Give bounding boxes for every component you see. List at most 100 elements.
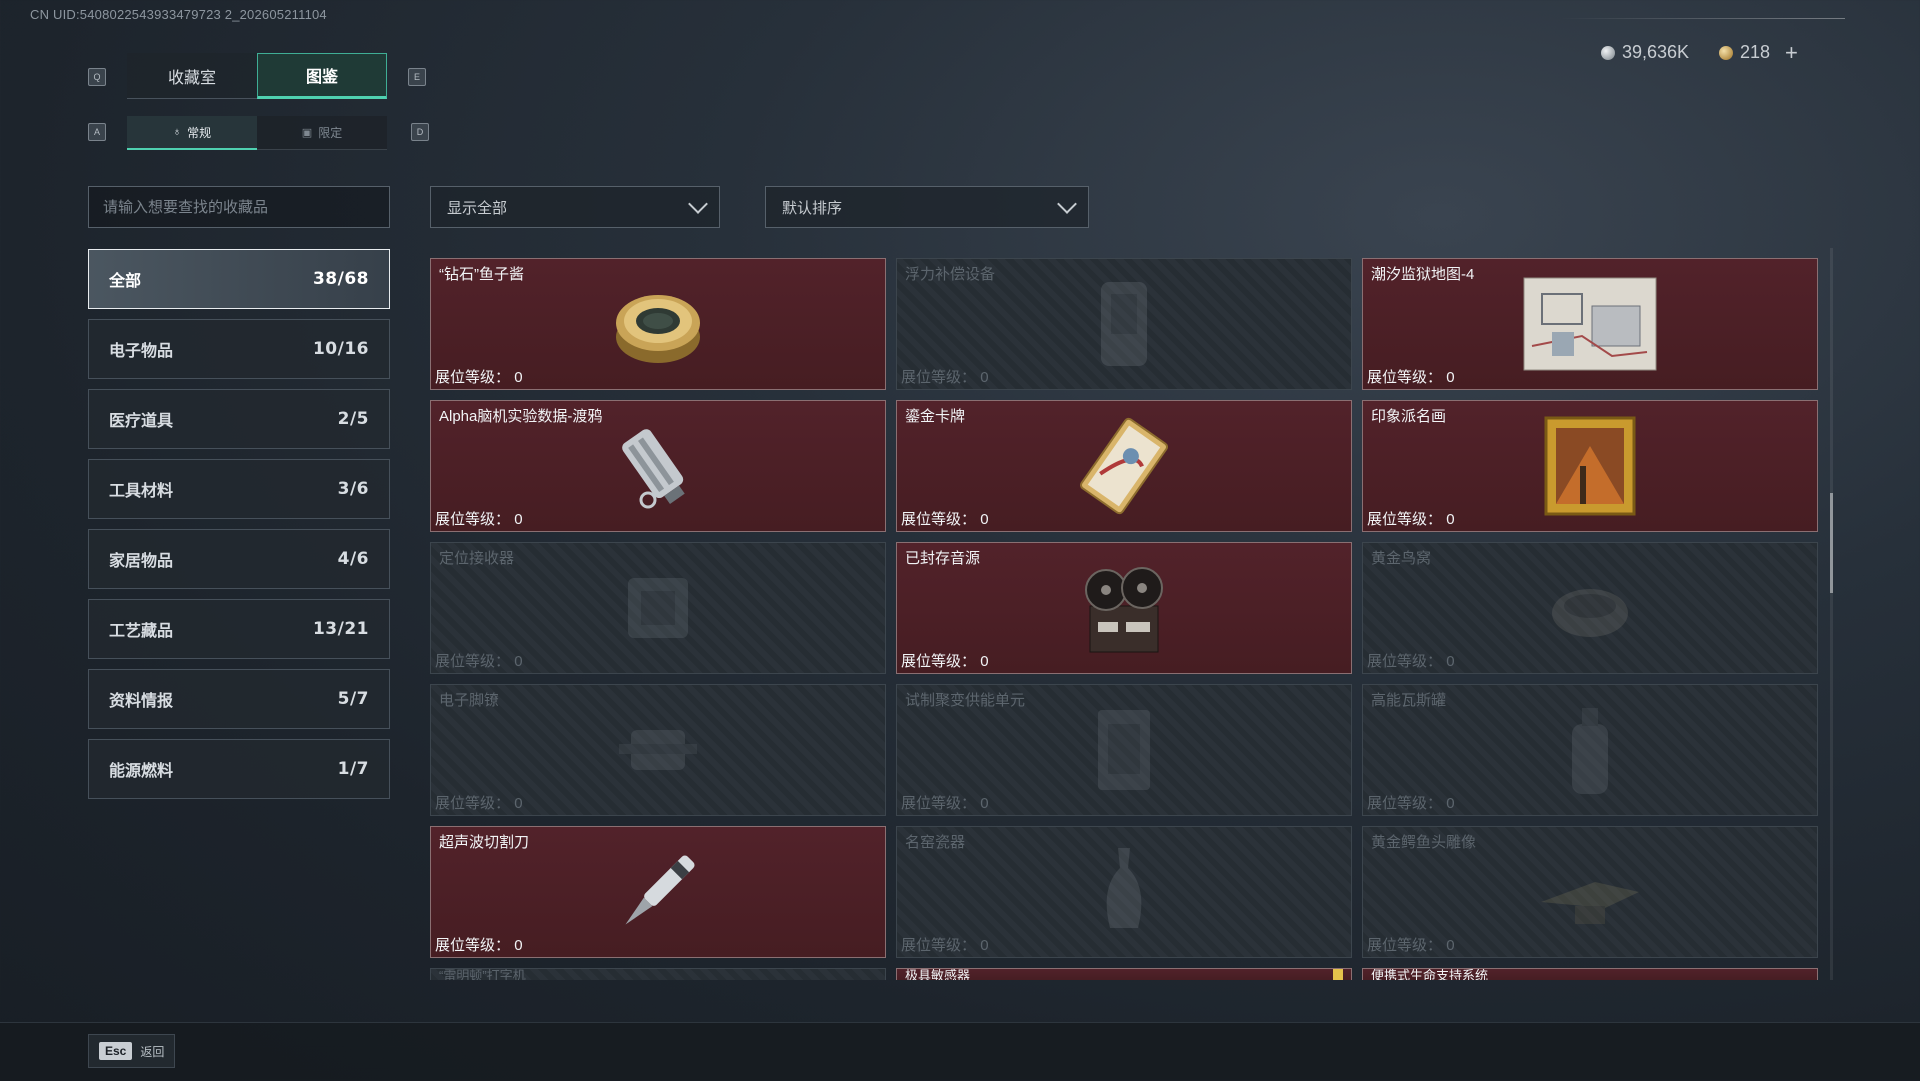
painting-icon [1544,416,1636,516]
category-electronics[interactable]: 电子物品 10/16 [88,319,390,379]
item-card[interactable]: 鎏金卡牌 展位等级： 0 [896,400,1352,532]
item-name: 印象派名画 [1371,408,1447,425]
gold-card-icon [1080,417,1168,515]
sort-dropdown[interactable]: 默认排序 [765,186,1089,228]
item-name: Alpha脑机实验数据-渡鸦 [439,408,603,425]
gold-currency: 218 + [1719,41,1798,63]
level-label: 展位等级： [1367,511,1443,528]
level-label: 展位等级： [901,653,977,670]
category-energy[interactable]: 能源燃料 1/7 [88,739,390,799]
item-card[interactable]: 黄金鳄鱼头雕像 展位等级： 0 [1362,826,1818,958]
chevron-down-icon [688,194,708,214]
level-label: 展位等级： [901,937,977,954]
item-card[interactable]: 电子脚镣 展位等级： 0 [430,684,886,816]
item-name: “钻石”鱼子酱 [439,266,524,283]
item-card[interactable]: 浮力补偿设备 展位等级： 0 [896,258,1352,390]
key-a-hint: A [88,123,106,141]
item-name: 黄金鳄鱼头雕像 [1371,834,1477,851]
item-level: 展位等级： 0 [901,366,989,387]
back-button[interactable]: Esc 返回 [88,1034,176,1068]
category-count: 10/16 [312,339,369,359]
item-level: 展位等级： 0 [901,508,989,529]
category-count: 5/7 [337,689,369,709]
item-level: 展位等级： 0 [901,792,989,813]
gas-canister-icon [1572,708,1608,794]
tab-catalog[interactable]: 图鉴 [257,53,387,99]
item-card[interactable]: “雷明顿”打字机 [430,968,886,980]
item-card[interactable]: Alpha脑机实验数据-渡鸦 展位等级： 0 [430,400,886,532]
silver-amount: 39,636K [1622,42,1690,62]
item-level: 展位等级： 0 [1367,366,1455,387]
collection-grid: “钻石”鱼子酱 展位等级： 0 浮力补偿设备 展位等级： 0 潮汐监狱地图-4 [430,248,1818,980]
item-card[interactable]: “钻石”鱼子酱 展位等级： 0 [430,258,886,390]
footer-bar [0,1022,1920,1081]
level-label: 展位等级： [435,795,511,812]
item-name: 浮力补偿设备 [905,266,996,283]
level-value: 0 [514,653,523,670]
item-level: 展位等级： 0 [435,792,523,813]
item-name: 电子脚镣 [439,692,500,709]
key-q-hint: Q [88,68,106,86]
category-count: 1/7 [337,759,369,779]
category-household[interactable]: 家居物品 4/6 [88,529,390,589]
item-name: “雷明顿”打字机 [439,968,526,980]
category-label: 工具材料 [109,483,174,500]
item-card[interactable]: 超声波切割刀 展位等级： 0 [430,826,886,958]
subtab-regular-label: 常规 [187,125,212,140]
level-value: 0 [1446,653,1455,670]
back-label: 返回 [140,1044,165,1059]
item-card[interactable]: 定位接收器 展位等级： 0 [430,542,886,674]
category-label: 能源燃料 [109,763,174,780]
category-intel[interactable]: 资料情报 5/7 [88,669,390,729]
main-tabs: 收藏室 图鉴 [127,53,387,99]
item-card[interactable]: 黄金鸟窝 展位等级： 0 [1362,542,1818,674]
item-name: 便携式生命支持系统 [1371,968,1489,980]
category-tools[interactable]: 工具材料 3/6 [88,459,390,519]
map-icon [1523,277,1657,371]
level-label: 展位等级： [901,795,977,812]
grid-scrollbar[interactable] [1830,248,1833,980]
top-divider [1560,18,1845,19]
new-flag-icon [1333,969,1343,980]
level-value: 0 [514,511,523,528]
category-label: 全部 [109,273,142,290]
level-value: 0 [980,937,989,954]
add-currency-button[interactable]: + [1785,41,1798,63]
level-value: 0 [1446,795,1455,812]
tab-collection-room[interactable]: 收藏室 [127,53,257,99]
sort-value: 默认排序 [782,199,843,217]
level-value: 0 [1446,511,1455,528]
item-name: 定位接收器 [439,550,515,567]
subtab-limited[interactable]: ▣ 限定 [257,116,387,150]
reel-recorder-icon [1085,567,1163,653]
category-label: 资料情报 [109,693,174,710]
item-card[interactable]: 名窑瓷器 展位等级： 0 [896,826,1352,958]
item-card[interactable]: 潮汐监狱地图-4 展位等级： 0 [1362,258,1818,390]
item-name: 试制聚变供能单元 [905,692,1026,709]
category-medical[interactable]: 医疗道具 2/5 [88,389,390,449]
item-level: 展位等级： 0 [901,934,989,955]
level-label: 展位等级： [1367,653,1443,670]
receiver-icon [628,578,688,638]
subtab-regular[interactable]: ♁ 常规 [127,116,257,150]
item-name: 极具敏感器 [905,968,971,980]
item-level: 展位等级： 0 [435,650,523,671]
category-label: 工艺藏品 [109,623,174,640]
item-card[interactable]: 试制聚变供能单元 展位等级： 0 [896,684,1352,816]
item-card[interactable]: 便携式生命支持系统 [1362,968,1818,980]
ankle-monitor-icon [619,730,697,770]
level-label: 展位等级： [435,653,511,670]
item-name: 潮汐监狱地图-4 [1371,266,1475,283]
level-value: 0 [1446,369,1455,386]
item-card[interactable]: 已封存音源 展位等级： 0 [896,542,1352,674]
category-crafts[interactable]: 工艺藏品 13/21 [88,599,390,659]
item-card[interactable]: 高能瓦斯罐 展位等级： 0 [1362,684,1818,816]
search-input[interactable] [88,186,390,228]
item-level: 展位等级： 0 [435,366,523,387]
item-card[interactable]: 极具敏感器 [896,968,1352,980]
scrollbar-thumb[interactable] [1830,493,1833,593]
category-label: 家居物品 [109,553,174,570]
category-all[interactable]: 全部 38/68 [88,249,390,309]
show-filter-dropdown[interactable]: 显示全部 [430,186,720,228]
item-card[interactable]: 印象派名画 展位等级： 0 [1362,400,1818,532]
